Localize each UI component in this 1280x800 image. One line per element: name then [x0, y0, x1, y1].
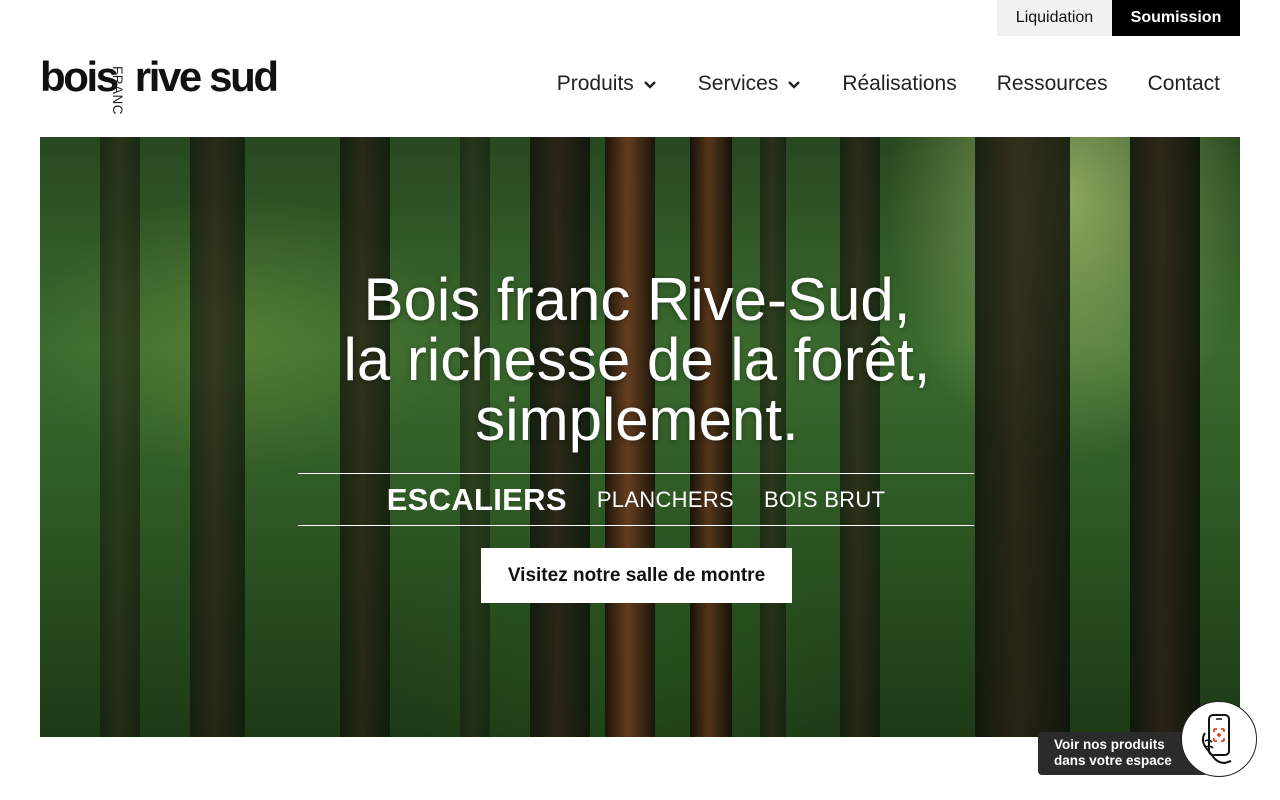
- chevron-down-icon: [643, 81, 656, 89]
- logo-word-rive-sud: rive sud: [134, 53, 279, 100]
- showroom-cta-button[interactable]: Visitez notre salle de montre: [481, 548, 792, 603]
- hero-title-line: la richesse de la forêt,: [343, 326, 931, 393]
- nav-item-ressources[interactable]: Ressources: [997, 72, 1108, 96]
- site-logo[interactable]: bois rive sud FRANC: [40, 36, 292, 116]
- category-tab-planchers[interactable]: PLANCHERS: [597, 487, 734, 513]
- nav-item-services[interactable]: Services: [698, 72, 803, 96]
- logo-word-franc: FRANC: [110, 66, 125, 115]
- top-utility-bar: Liquidation Soumission: [997, 0, 1240, 36]
- liquidation-button[interactable]: Liquidation: [997, 0, 1112, 36]
- category-tab-escaliers[interactable]: ESCALIERS: [387, 482, 567, 518]
- logo-wordmark: bois rive sud: [40, 53, 279, 100]
- soumission-button[interactable]: Soumission: [1112, 0, 1240, 36]
- hero-banner: Bois franc Rive-Sud, la richesse de la f…: [40, 137, 1240, 737]
- ar-widget-button[interactable]: [1181, 701, 1257, 777]
- nav-item-label: Ressources: [996, 72, 1108, 95]
- logo-word-bois: bois: [40, 53, 119, 100]
- chevron-down-icon: [788, 81, 801, 89]
- category-tabs: ESCALIERS PLANCHERS BOIS BRUT: [298, 474, 974, 525]
- nav-item-produits[interactable]: Produits: [557, 72, 658, 96]
- nav-item-label: Services: [697, 72, 779, 95]
- main-navigation: Produits Services Réalisations Ressource…: [557, 72, 1220, 96]
- hero-title-line: simplement.: [475, 386, 799, 453]
- nav-item-label: Contact: [1147, 72, 1220, 95]
- category-tab-bois-brut[interactable]: BOIS BRUT: [764, 487, 885, 513]
- category-divider-bottom: [298, 525, 974, 526]
- phone-ar-icon: [1201, 714, 1232, 765]
- nav-item-label: Réalisations: [842, 72, 957, 95]
- nav-item-label: Produits: [556, 72, 634, 95]
- hero-title-line: Bois franc Rive-Sud,: [363, 266, 911, 333]
- nav-item-contact[interactable]: Contact: [1148, 72, 1220, 96]
- hero-title: Bois franc Rive-Sud, la richesse de la f…: [40, 270, 1234, 450]
- hero-content: Bois franc Rive-Sud, la richesse de la f…: [40, 137, 1240, 737]
- nav-item-realisations[interactable]: Réalisations: [842, 72, 956, 96]
